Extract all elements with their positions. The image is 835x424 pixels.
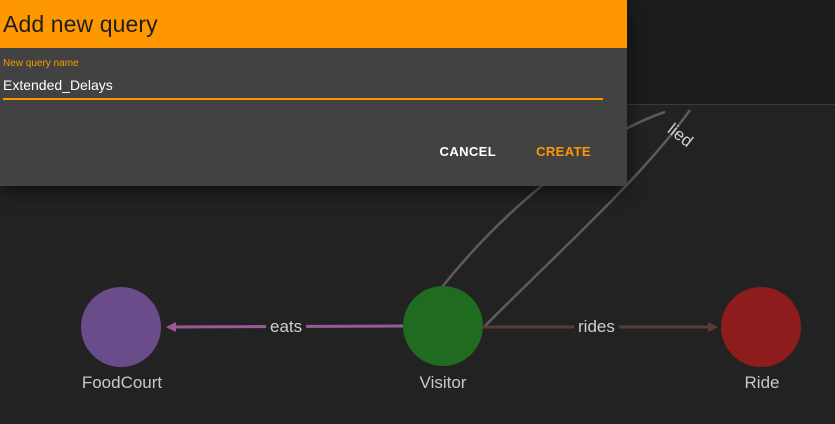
add-query-dialog: Add new query New query name CANCEL CREA… (0, 0, 627, 186)
dialog-actions: CANCEL CREATE (428, 136, 603, 167)
query-name-label: New query name (3, 58, 79, 69)
app-root: eats rides lied FoodCourt Visitor Ride A… (0, 0, 835, 424)
query-name-input[interactable] (3, 77, 603, 100)
node-visitor[interactable] (403, 286, 483, 366)
edge-eats-label: eats (266, 318, 307, 336)
dialog-header: Add new query (0, 0, 627, 48)
query-name-field: New query name (3, 58, 603, 100)
node-ride-label: Ride (744, 373, 780, 392)
cancel-button[interactable]: CANCEL (428, 136, 509, 167)
node-visitor-label: Visitor (419, 373, 467, 392)
dialog-title: Add new query (3, 10, 158, 37)
create-button[interactable]: CREATE (524, 136, 603, 167)
edge-rides-label: rides (574, 318, 619, 336)
node-ride[interactable] (721, 287, 801, 367)
node-foodcourt-label: FoodCourt (81, 373, 163, 392)
node-foodcourt[interactable] (81, 287, 161, 367)
